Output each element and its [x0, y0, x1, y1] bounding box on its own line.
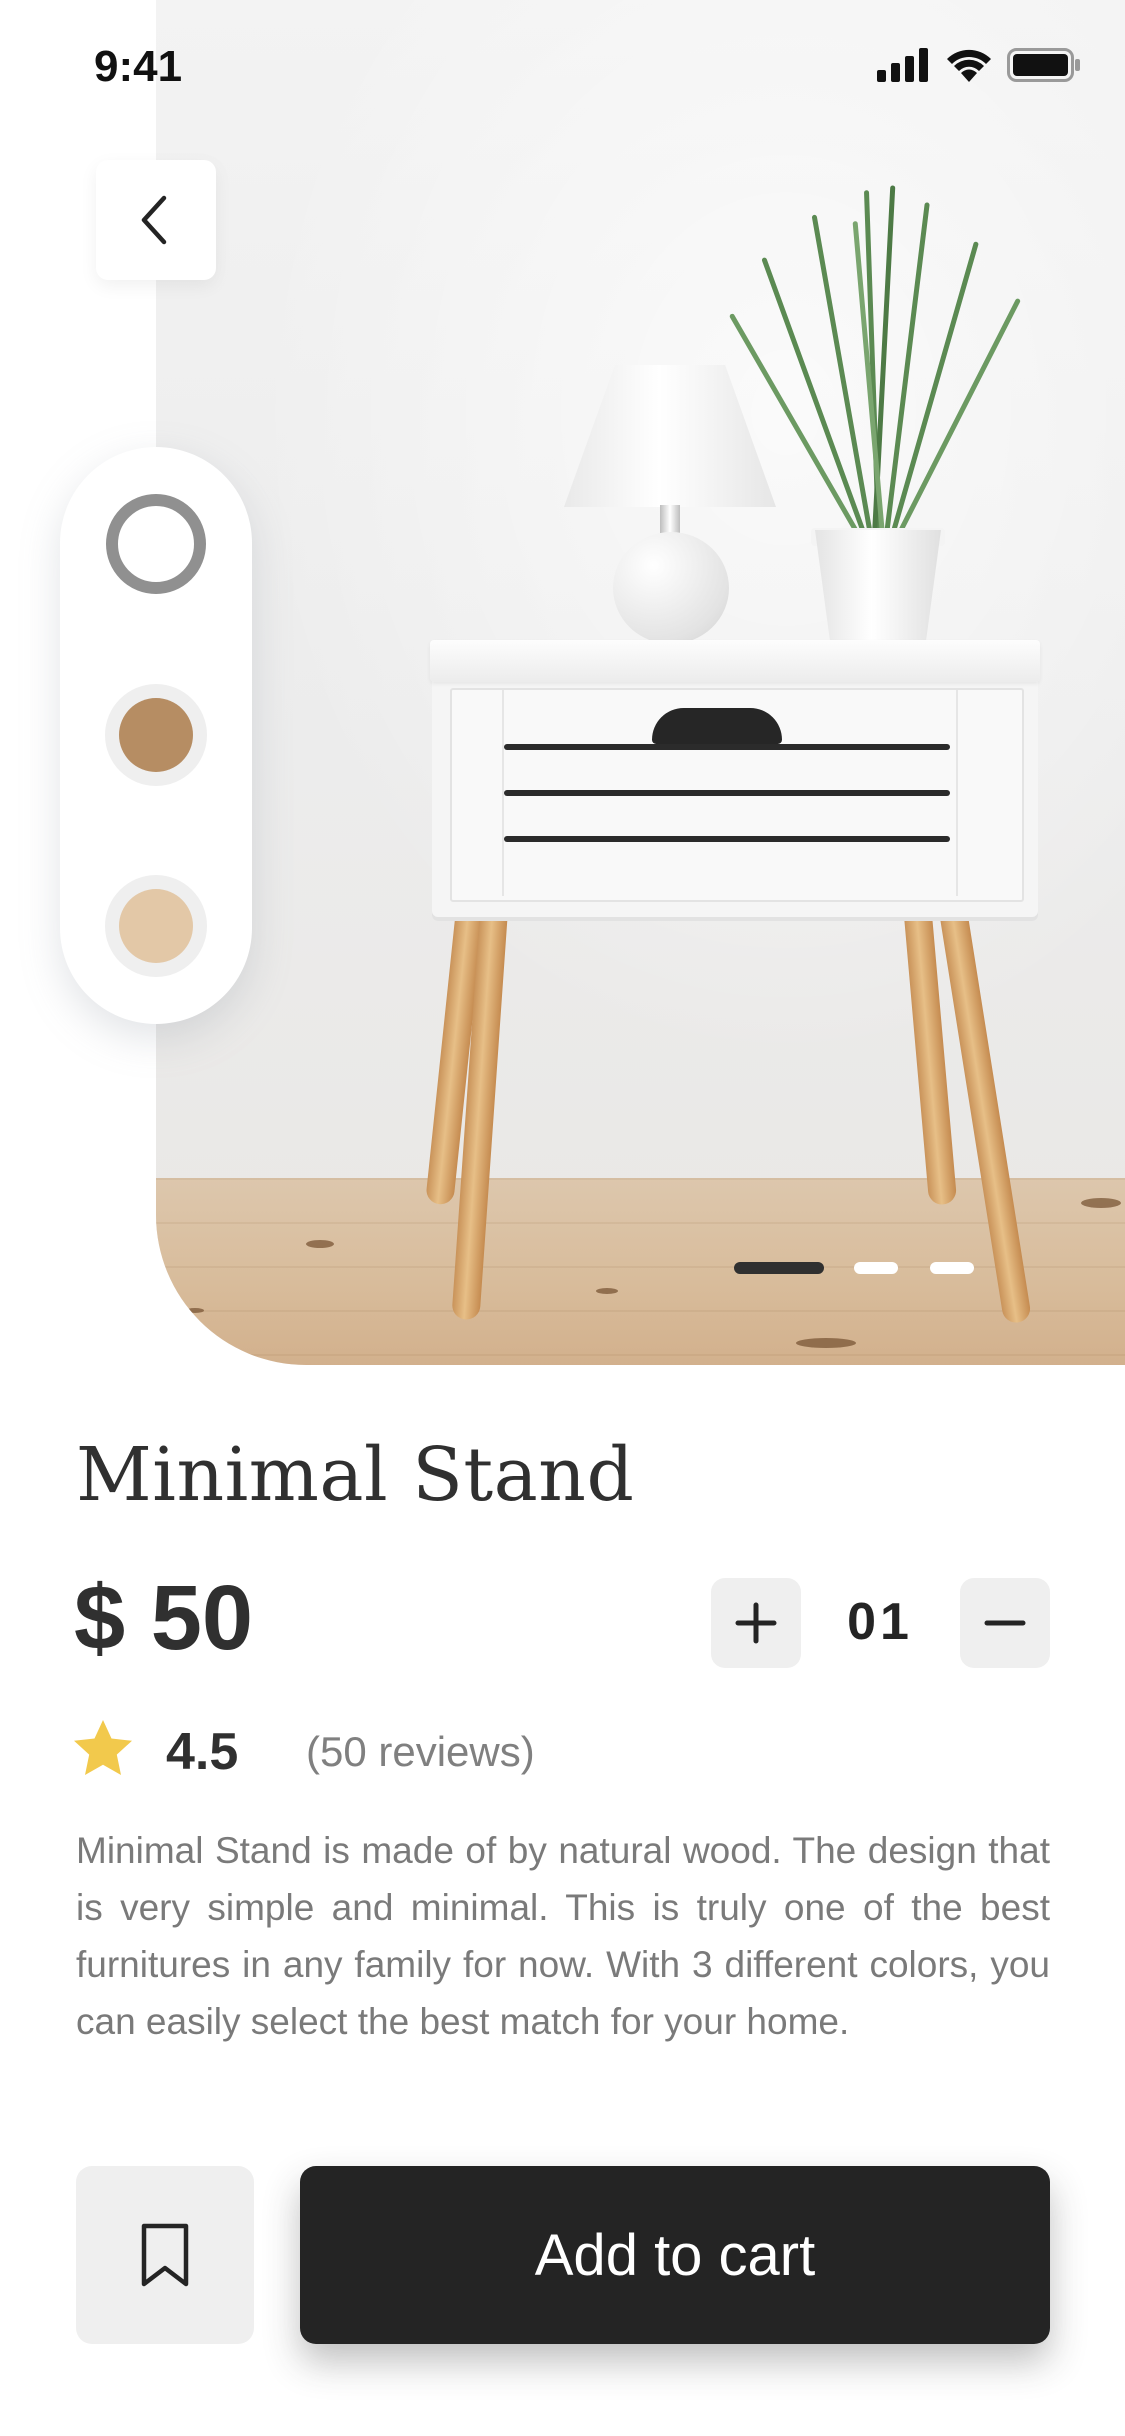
star-icon — [74, 1720, 132, 1775]
color-option-wood-brown[interactable] — [105, 684, 207, 786]
review-count[interactable]: (50 reviews) — [306, 1728, 535, 1776]
bookmark-icon — [141, 2223, 189, 2287]
color-picker — [60, 447, 252, 1024]
product-image — [156, 0, 1125, 1365]
wifi-icon — [947, 49, 991, 82]
product-description: Minimal Stand is made of by natural wood… — [76, 1830, 1050, 2042]
product-rating: 4.5 — [166, 1723, 239, 1781]
quantity-value: 01 — [847, 1593, 913, 1651]
carousel-dot-active[interactable] — [734, 1262, 824, 1274]
nightstand-drawer — [450, 688, 1024, 902]
status-icons — [877, 48, 1081, 82]
cellular-signal-icon — [877, 48, 928, 82]
color-swatch — [119, 698, 193, 772]
back-button[interactable] — [96, 160, 216, 280]
color-option-light-wood[interactable] — [105, 875, 207, 977]
color-swatch — [119, 889, 193, 963]
product-price: $ 50 — [74, 1567, 254, 1669]
product-title: Minimal Stand — [76, 1432, 635, 1518]
add-to-cart-button[interactable]: Add to cart — [300, 2166, 1050, 2344]
decrease-quantity-button[interactable] — [960, 1578, 1050, 1668]
increase-quantity-button[interactable] — [711, 1578, 801, 1668]
chevron-left-icon — [141, 195, 167, 245]
status-time: 9:41 — [94, 42, 183, 91]
plus-icon — [735, 1602, 777, 1644]
carousel-dot[interactable] — [930, 1262, 974, 1274]
nightstand-top — [430, 640, 1040, 682]
battery-icon — [1007, 48, 1080, 82]
color-swatch-selected — [106, 494, 206, 594]
color-option-white[interactable] — [105, 493, 207, 595]
wood-floor — [156, 1178, 1125, 1365]
bookmark-button[interactable] — [76, 2166, 254, 2344]
carousel-dot[interactable] — [854, 1262, 898, 1274]
minus-icon — [984, 1620, 1026, 1626]
